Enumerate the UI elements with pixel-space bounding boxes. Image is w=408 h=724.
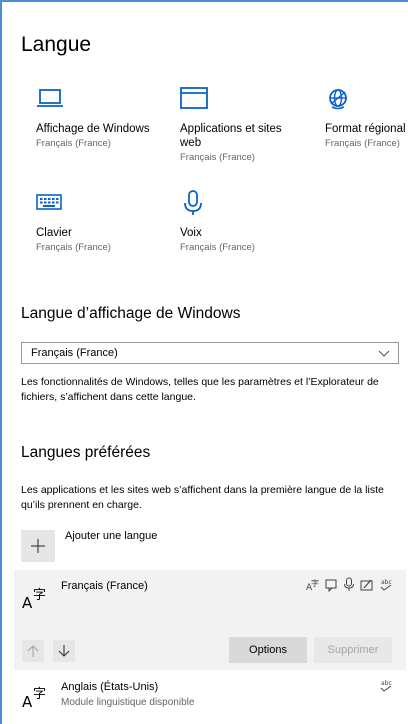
spellcheck-icon: abc xyxy=(380,579,392,591)
display-language-description: Les fonctionnalités de Windows, telles q… xyxy=(21,376,379,403)
section-title-preferred-languages: Langues préférées xyxy=(21,444,151,461)
tile-label: Affichage de Windows xyxy=(36,123,150,135)
language-name: Anglais (États-Unis) xyxy=(61,681,159,693)
display-language-dropdown[interactable]: Français (France) xyxy=(21,342,399,364)
language-glyph-icon: A 字 xyxy=(22,588,46,611)
handwriting-icon xyxy=(360,579,373,591)
svg-text:字: 字 xyxy=(33,588,46,603)
dropdown-selected-value: Français (France) xyxy=(31,347,118,359)
tile-value: Français (France) xyxy=(180,152,255,163)
tile-value: Français (France) xyxy=(180,242,255,253)
language-item-french[interactable]: A 字 Français (France) A 字 abc Options Su… xyxy=(14,570,406,670)
text-to-speech-icon xyxy=(325,579,337,592)
remove-button[interactable]: Supprimer xyxy=(314,637,392,663)
move-up-button[interactable] xyxy=(22,640,44,662)
tile-label: Format régional xyxy=(325,123,406,135)
arrow-up-icon xyxy=(27,645,39,657)
section-title-display-language: Langue d’affichage de Windows xyxy=(21,305,241,322)
language-name: Français (France) xyxy=(61,580,148,592)
tile-label: Applications et sites web xyxy=(180,123,282,149)
add-language-label[interactable]: Ajouter une langue xyxy=(65,530,157,542)
options-button[interactable]: Options xyxy=(229,637,307,663)
spellcheck-icon: abc xyxy=(380,680,392,692)
language-glyph-icon: A 字 xyxy=(22,687,46,710)
tile-label: Clavier xyxy=(36,227,72,239)
tile-regional-format[interactable]: Format régional Français (France) xyxy=(325,86,408,150)
svg-text:A: A xyxy=(22,693,33,710)
svg-text:字: 字 xyxy=(311,578,319,588)
add-language-button[interactable] xyxy=(21,530,55,562)
preferred-languages-description: Les applications et les sites web s’affi… xyxy=(21,484,384,511)
tile-windows-display[interactable]: Affichage de Windows Français (France) xyxy=(36,86,166,150)
globe-icon xyxy=(329,89,347,110)
tile-label: Voix xyxy=(180,227,202,239)
chevron-down-icon xyxy=(378,350,390,357)
svg-text:字: 字 xyxy=(33,687,46,702)
page-title: Langue xyxy=(21,33,92,56)
svg-text:abc: abc xyxy=(381,579,392,586)
tile-value: Français (France) xyxy=(36,242,111,253)
tile-keyboard[interactable]: Clavier Français (France) xyxy=(36,190,166,254)
tile-voice[interactable]: Voix Français (France) xyxy=(180,190,300,254)
language-display-icon: A 字 xyxy=(306,578,319,592)
language-status: Module linguistique disponible xyxy=(61,697,195,708)
microphone-icon xyxy=(184,190,202,215)
arrow-down-icon xyxy=(58,645,70,657)
svg-text:abc: abc xyxy=(381,680,392,687)
window-icon xyxy=(180,87,208,109)
language-item-english[interactable]: A 字 Anglais (États-Unis) Module linguist… xyxy=(14,672,406,718)
tile-apps-websites[interactable]: Applications et sites web Français (Fran… xyxy=(180,86,300,164)
speech-recognition-icon xyxy=(344,577,354,591)
plus-icon xyxy=(31,539,45,553)
keyboard-icon xyxy=(36,194,62,210)
laptop-icon xyxy=(37,89,63,107)
move-down-button[interactable] xyxy=(53,640,75,662)
tile-value: Français (France) xyxy=(325,138,400,149)
svg-text:A: A xyxy=(22,594,33,611)
tile-value: Français (France) xyxy=(36,138,111,149)
